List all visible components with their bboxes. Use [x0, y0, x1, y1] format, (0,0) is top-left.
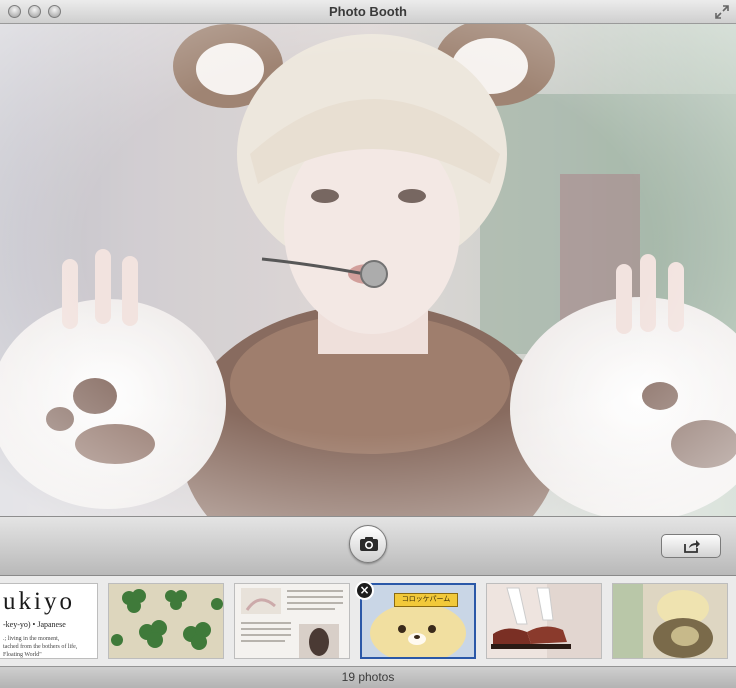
- shoes-image: [487, 584, 601, 658]
- camera-preview: [0, 24, 736, 516]
- thumbnail-text-line: tached from the bothers of life,: [3, 644, 78, 650]
- photo-thumbnail[interactable]: [486, 583, 602, 659]
- photo-thumbnail-selected[interactable]: コロッケパーム: [360, 583, 476, 659]
- fullscreen-icon[interactable]: [714, 4, 730, 20]
- photo-count-label: 19 photos: [0, 666, 736, 688]
- title-bar: Photo Booth: [0, 0, 736, 24]
- photo-thumbnail[interactable]: [234, 583, 350, 659]
- share-button[interactable]: [661, 534, 721, 558]
- share-icon: [684, 540, 700, 553]
- toolbar: [0, 516, 736, 576]
- product-label: コロッケパーム: [394, 593, 458, 607]
- thumbnail-text-subtitle: -key-yo) • Japanese: [3, 620, 66, 629]
- clover-image: [109, 584, 223, 658]
- photo-thumbnail[interactable]: [612, 583, 728, 659]
- photo-thumbnail[interactable]: ukiyo -key-yo) • Japanese .; living in t…: [0, 583, 98, 659]
- preview-image: [0, 24, 736, 516]
- photo-strip: ukiyo -key-yo) • Japanese .; living in t…: [0, 576, 736, 666]
- close-icon[interactable]: ×: [355, 581, 374, 600]
- magazine-image: [235, 584, 349, 658]
- photo-booth-window: Photo Booth ukiyo -key-yo) • Japanese .;…: [0, 0, 736, 688]
- take-photo-button[interactable]: [349, 525, 387, 563]
- window-title: Photo Booth: [329, 4, 407, 19]
- plush-image: [613, 584, 727, 658]
- thumbnail-text-line: .; living in the moment,: [3, 636, 60, 642]
- camera-icon: [360, 537, 378, 551]
- photo-thumbnail[interactable]: [108, 583, 224, 659]
- thumbnail-text-title: ukiyo: [3, 588, 75, 615]
- thumbnail-text-line: Floating World": [3, 652, 42, 658]
